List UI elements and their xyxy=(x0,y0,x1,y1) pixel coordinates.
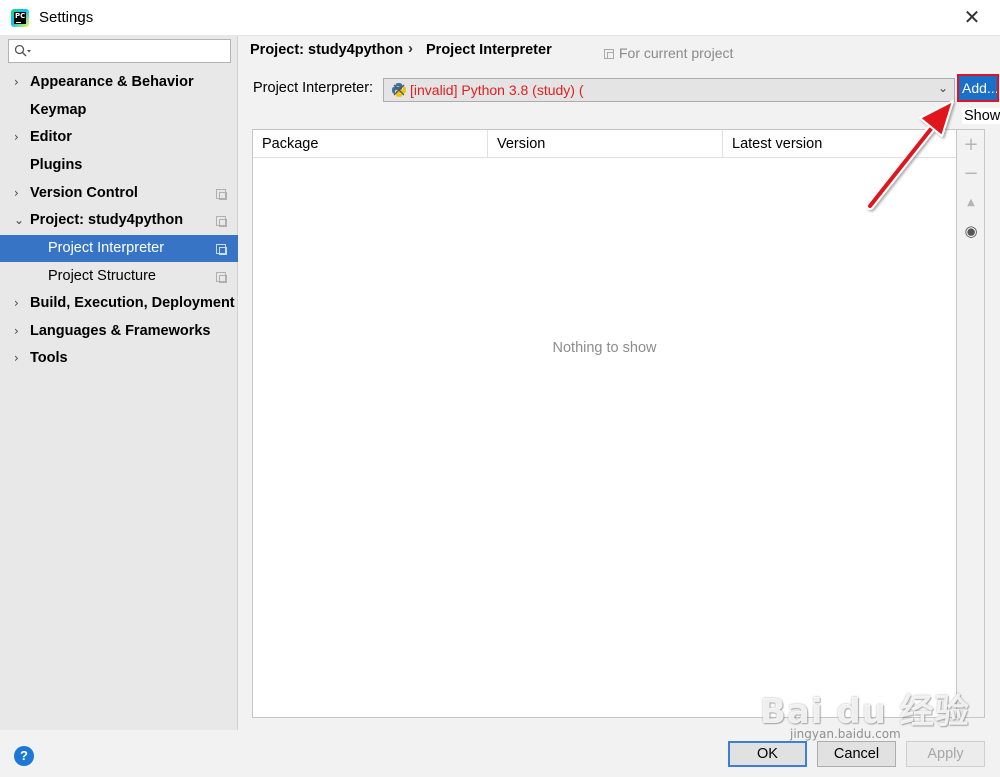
interpreter-label: Project Interpreter: xyxy=(253,80,374,96)
upgrade-icon[interactable]: ▲ xyxy=(959,192,983,214)
breadcrumb-page: Project Interpreter xyxy=(426,42,552,58)
annotation-arrow-icon xyxy=(866,100,954,210)
settings-search-input[interactable] xyxy=(8,39,231,63)
sidebar-item-build-execution-deployment[interactable]: › Build, Execution, Deployment xyxy=(0,290,238,317)
scope-note-text: For current project xyxy=(619,45,734,61)
chevron-right-icon[interactable]: › xyxy=(14,124,24,151)
sidebar-item-project-structure[interactable]: Project Structure xyxy=(0,263,238,290)
project-scope-icon xyxy=(604,49,614,59)
sidebar-item-editor[interactable]: › Editor xyxy=(0,124,238,151)
cancel-button[interactable]: Cancel xyxy=(817,741,896,767)
sidebar-item-label: Build, Execution, Deployment xyxy=(30,295,235,311)
breadcrumb-project[interactable]: Project: study4python xyxy=(250,42,403,58)
chevron-right-icon[interactable]: › xyxy=(14,180,24,207)
project-scope-icon xyxy=(216,244,227,255)
empty-state-text: Nothing to show xyxy=(552,340,657,356)
packages-table: Package Version Latest version Nothing t… xyxy=(252,129,957,718)
minus-icon[interactable]: − xyxy=(959,163,983,185)
chevron-down-icon[interactable]: ⌄ xyxy=(938,81,948,95)
chevron-right-icon[interactable]: › xyxy=(14,345,24,372)
sidebar-item-project-interpreter[interactable]: Project Interpreter xyxy=(0,235,238,262)
sidebar-item-version-control[interactable]: › Version Control xyxy=(0,180,238,207)
sidebar-item-label: Editor xyxy=(30,129,72,145)
column-header-package[interactable]: Package xyxy=(253,130,488,158)
project-scope-icon xyxy=(216,216,227,227)
chevron-down-icon[interactable]: ⌄ xyxy=(14,207,24,234)
sidebar-item-project[interactable]: ⌄ Project: study4python xyxy=(0,207,238,234)
add-interpreter-button[interactable]: Add... xyxy=(957,74,999,102)
package-toolstrip: + − ▲ ◉ xyxy=(957,129,985,718)
watermark-main: Bai du 经验 xyxy=(760,692,970,732)
settings-sidebar: › Appearance & Behavior Keymap › Editor … xyxy=(0,36,238,730)
plus-icon[interactable]: + xyxy=(959,134,983,156)
column-header-version[interactable]: Version xyxy=(488,130,723,158)
sidebar-item-label: Project Interpreter xyxy=(48,240,165,256)
sidebar-item-label: Project Structure xyxy=(48,268,156,284)
ok-button[interactable]: OK xyxy=(728,741,807,767)
sidebar-item-label: Appearance & Behavior xyxy=(30,74,194,90)
sidebar-item-label: Version Control xyxy=(30,185,138,201)
help-icon[interactable]: ? xyxy=(14,746,34,766)
eye-icon[interactable]: ◉ xyxy=(959,220,983,242)
sidebar-item-plugins[interactable]: Plugins xyxy=(0,152,238,179)
scope-note: For current project xyxy=(604,45,733,61)
apply-button[interactable]: Apply xyxy=(906,741,985,767)
table-header: Package Version Latest version xyxy=(253,130,956,158)
chevron-right-icon[interactable]: › xyxy=(14,69,24,96)
search-icon xyxy=(14,44,31,57)
sidebar-item-languages-frameworks[interactable]: › Languages & Frameworks xyxy=(0,318,238,345)
breadcrumb-separator-icon: › xyxy=(408,40,413,57)
title-bar: PC Settings ✕ xyxy=(0,0,1000,36)
baidu-watermark: Bai du 经验 jingyan.baidu.com xyxy=(760,684,970,741)
show-all-menu-item[interactable]: Show xyxy=(962,108,1000,124)
sidebar-item-label: Plugins xyxy=(30,157,83,173)
python-icon xyxy=(392,83,406,97)
sidebar-item-keymap[interactable]: Keymap xyxy=(0,97,238,124)
sidebar-item-label: Languages & Frameworks xyxy=(30,323,211,339)
close-icon[interactable]: ✕ xyxy=(960,4,984,30)
interpreter-value: [invalid] Python 3.8 (study) ( xyxy=(410,82,584,98)
sidebar-item-appearance-behavior[interactable]: › Appearance & Behavior xyxy=(0,69,238,96)
sidebar-item-label: Keymap xyxy=(30,102,87,118)
sidebar-item-label: Project: study4python xyxy=(30,212,184,228)
sidebar-item-tools[interactable]: › Tools xyxy=(0,345,238,372)
window-title: Settings xyxy=(39,9,94,26)
project-scope-icon xyxy=(216,272,227,283)
chevron-right-icon[interactable]: › xyxy=(14,318,24,345)
chevron-right-icon[interactable]: › xyxy=(14,290,24,317)
pycharm-logo-icon: PC xyxy=(11,9,29,27)
project-scope-icon xyxy=(216,189,227,200)
sidebar-item-label: Tools xyxy=(30,350,68,366)
